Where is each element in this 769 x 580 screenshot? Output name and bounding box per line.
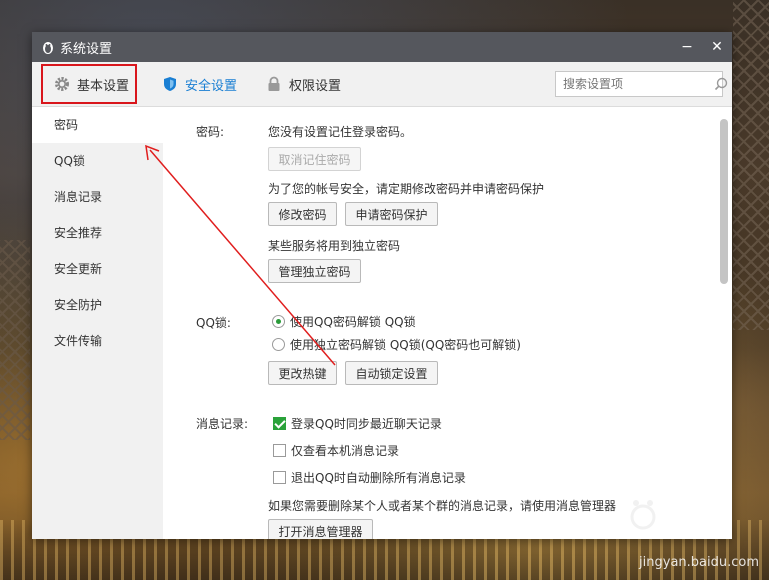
qq-penguin-icon xyxy=(40,39,56,55)
message-manager-tip: 如果您需要删除某个人或者某个群的消息记录，请使用消息管理器 xyxy=(268,499,617,513)
manage-independent-password-button[interactable]: 管理独立密码 xyxy=(268,259,361,283)
lock-icon xyxy=(265,75,283,93)
sidebar-item-qq-lock[interactable]: QQ锁 xyxy=(32,143,163,179)
local-history-only-label: 仅查看本机消息记录 xyxy=(291,444,400,458)
password-protection-button[interactable]: 申请密码保护 xyxy=(345,202,438,226)
close-button[interactable]: ✕ xyxy=(702,32,732,62)
tab-security-settings-label: 安全设置 xyxy=(185,78,238,94)
independent-password-tip: 某些服务将用到独立密码 xyxy=(268,239,401,253)
sidebar-item-password[interactable]: 密码 xyxy=(32,107,163,143)
gear-icon xyxy=(53,75,71,93)
change-password-button[interactable]: 修改密码 xyxy=(268,202,337,226)
settings-content: 密码: 您没有设置记住登录密码。 取消记住密码 为了您的帐号安全，请定期修改密码… xyxy=(163,107,732,539)
qq-lock-option-independent-password-label: 使用独立密码解锁 QQ锁(QQ密码也可解锁) xyxy=(290,338,521,352)
password-tip-text: 为了您的帐号安全，请定期修改密码并申请密码保护 xyxy=(268,182,545,196)
open-message-manager-button[interactable]: 打开消息管理器 xyxy=(268,519,373,539)
tab-permission-settings[interactable]: 权限设置 xyxy=(255,64,351,104)
tab-basic-settings[interactable]: 基本设置 xyxy=(41,64,138,104)
sidebar-item-message-history[interactable]: 消息记录 xyxy=(32,179,163,215)
search-icon[interactable] xyxy=(713,73,729,95)
tab-permission-settings-label: 权限设置 xyxy=(289,78,342,94)
password-section-label: 密码: xyxy=(196,125,225,139)
qq-lock-option-independent-password[interactable]: 使用独立密码解锁 QQ锁(QQ密码也可解锁) xyxy=(272,336,521,353)
checkbox-checked-icon xyxy=(273,417,286,430)
local-history-only-checkbox[interactable]: 仅查看本机消息记录 xyxy=(273,442,399,459)
minimize-button[interactable]: − xyxy=(672,32,702,62)
change-hotkey-button[interactable]: 更改热键 xyxy=(268,361,337,385)
settings-search-box[interactable] xyxy=(555,71,728,97)
checkbox-unchecked-icon xyxy=(273,471,286,484)
message-history-section-label: 消息记录: xyxy=(196,417,249,431)
tab-basic-settings-label: 基本设置 xyxy=(77,78,130,94)
background-tower-right xyxy=(733,0,769,330)
checkbox-unchecked-icon xyxy=(273,444,286,457)
qq-lock-option-qq-password[interactable]: 使用QQ密码解锁 QQ锁 xyxy=(272,313,416,330)
window-title: 系统设置 xyxy=(60,41,113,57)
cancel-remember-password-button[interactable]: 取消记住密码 xyxy=(268,147,361,171)
sidebar-item-file-transfer[interactable]: 文件传输 xyxy=(32,323,163,359)
radio-unselected-icon xyxy=(272,338,285,351)
baidu-logo xyxy=(623,495,753,542)
sidebar-item-security-update[interactable]: 安全更新 xyxy=(32,251,163,287)
radio-selected-icon xyxy=(272,315,285,328)
sync-recent-chat-label: 登录QQ时同步最近聊天记录 xyxy=(291,417,442,431)
settings-tab-bar: 基本设置 安全设置 权限设置 xyxy=(32,62,732,107)
settings-sidebar: 密码 QQ锁 消息记录 安全推荐 安全更新 安全防护 文件传输 xyxy=(32,107,163,539)
delete-history-on-exit-checkbox[interactable]: 退出QQ时自动删除所有消息记录 xyxy=(273,469,466,486)
password-status-text: 您没有设置记住登录密码。 xyxy=(268,125,413,139)
tab-security-settings[interactable]: 安全设置 xyxy=(151,64,247,104)
delete-history-on-exit-label: 退出QQ时自动删除所有消息记录 xyxy=(291,471,466,485)
watermark-site: jingyan.baidu.com xyxy=(639,555,759,570)
qq-lock-section-label: QQ锁: xyxy=(196,316,231,330)
settings-window: 系统设置 − ✕ 基本设置 安全设置 权限设置 搜索设置项 密码 QQ锁 消息记… xyxy=(32,32,732,539)
sidebar-item-security-protect[interactable]: 安全防护 xyxy=(32,287,163,323)
title-bar: 系统设置 − ✕ xyxy=(32,32,732,62)
auto-lock-settings-button[interactable]: 自动锁定设置 xyxy=(345,361,438,385)
background-tower-left xyxy=(0,240,30,440)
search-input[interactable] xyxy=(556,72,713,96)
qq-lock-option-qq-password-label: 使用QQ密码解锁 QQ锁 xyxy=(290,315,416,329)
sync-recent-chat-checkbox[interactable]: 登录QQ时同步最近聊天记录 xyxy=(273,415,442,432)
sidebar-item-security-recommend[interactable]: 安全推荐 xyxy=(32,215,163,251)
shield-icon xyxy=(161,75,179,93)
content-scrollbar[interactable] xyxy=(720,119,728,284)
